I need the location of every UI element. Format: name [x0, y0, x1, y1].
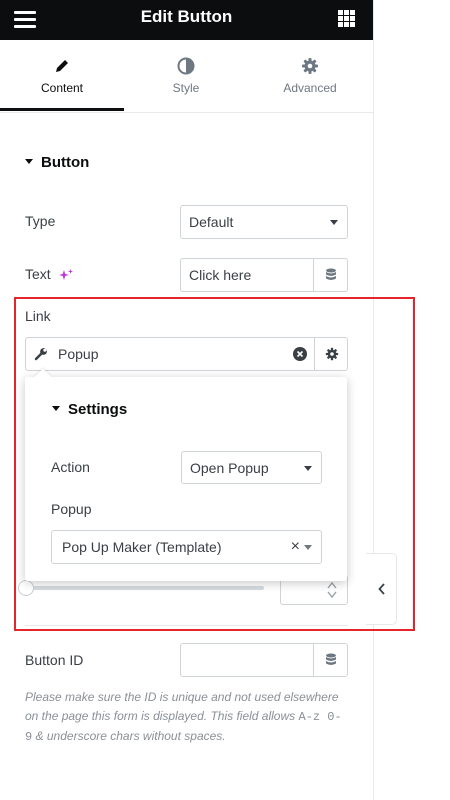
type-select[interactable]: Default: [180, 205, 348, 239]
text-input-value: Click here: [189, 267, 252, 283]
tab-style[interactable]: Style: [124, 40, 248, 111]
dynamic-tags-button[interactable]: [313, 258, 348, 292]
button-id-dynamic-tags-button[interactable]: [313, 643, 348, 677]
highlight-box: [14, 297, 415, 631]
help-text-part: & underscore chars without spaces.: [32, 729, 226, 743]
apps-grid-icon[interactable]: [338, 10, 355, 27]
panel-header: Edit Button: [0, 0, 373, 40]
panel-tabs: Content Style Advanced: [0, 40, 373, 113]
ai-sparkle-icon[interactable]: [58, 268, 74, 282]
tab-advanced[interactable]: Advanced: [248, 40, 372, 111]
caret-down-icon: [25, 158, 33, 164]
chevron-down-icon: [330, 220, 338, 225]
button-id-input[interactable]: [180, 643, 314, 677]
database-icon: [326, 653, 336, 665]
text-input[interactable]: Click here: [180, 258, 314, 292]
database-icon: [326, 268, 336, 280]
gear-icon: [302, 58, 318, 74]
tab-advanced-label: Advanced: [283, 81, 337, 95]
text-label: Text: [25, 266, 74, 282]
panel-collapse-toggle[interactable]: [366, 553, 397, 625]
tab-style-label: Style: [172, 81, 200, 95]
type-label: Type: [25, 213, 56, 229]
tab-content[interactable]: Content: [0, 40, 124, 111]
panel-title: Edit Button: [140, 7, 233, 26]
button-id-help-text: Please make sure the ID is unique and no…: [25, 688, 345, 747]
button-id-label: Button ID: [25, 652, 84, 668]
text-label-text: Text: [25, 266, 51, 282]
editor-panel: Edit Button Content Style Advanced Butto…: [0, 0, 415, 800]
contrast-icon: [177, 57, 195, 75]
tab-content-label: Content: [40, 81, 84, 95]
help-text-part: Please make sure the ID is unique and no…: [25, 690, 339, 723]
pencil-icon: [56, 60, 68, 72]
type-select-value: Default: [189, 214, 234, 230]
section-toggle-button[interactable]: Button: [25, 154, 89, 171]
chevron-left-icon: [378, 583, 385, 595]
section-title: Button: [41, 154, 90, 171]
